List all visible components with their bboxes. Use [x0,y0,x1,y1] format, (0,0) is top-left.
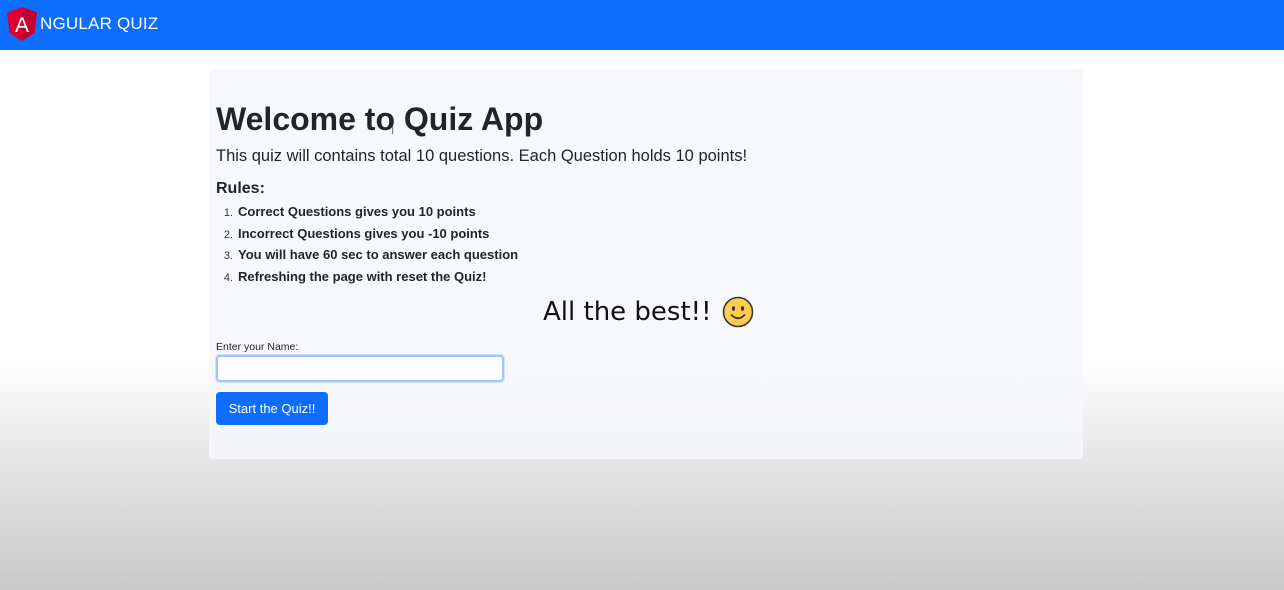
start-quiz-button[interactable]: Start the Quiz!! [216,392,328,425]
quiz-description: This quiz will contains total 10 questio… [216,147,748,165]
name-label: Enter your Name: [216,341,299,353]
list-item: 3. You will have 60 sec to answer each qu… [223,247,519,263]
list-item: 4. Refreshing the page with reset the Qui… [223,269,487,285]
smiley-icon [722,296,753,328]
navbar: A NGULAR QUIZ [0,0,1284,50]
svg-text:A: A [15,14,29,37]
best-wishes-text: All the best!! [543,297,712,327]
rules-heading: Rules: [216,180,265,197]
name-input[interactable] [216,355,504,382]
best-wishes: All the best!! [543,296,754,328]
page-title: Welcome to Quiz App [216,101,544,137]
text-cursor-icon: I [391,124,395,137]
list-item: 1. Correct Questions gives you 10 points [223,204,476,219]
list-item: 2. Incorrect Questions gives you -10 poin… [223,225,490,241]
angular-logo-icon[interactable]: A [7,7,37,41]
rules-list: 1. Correct Questions gives you 10 points … [216,203,716,290]
brand-title[interactable]: NGULAR QUIZ [40,14,158,34]
